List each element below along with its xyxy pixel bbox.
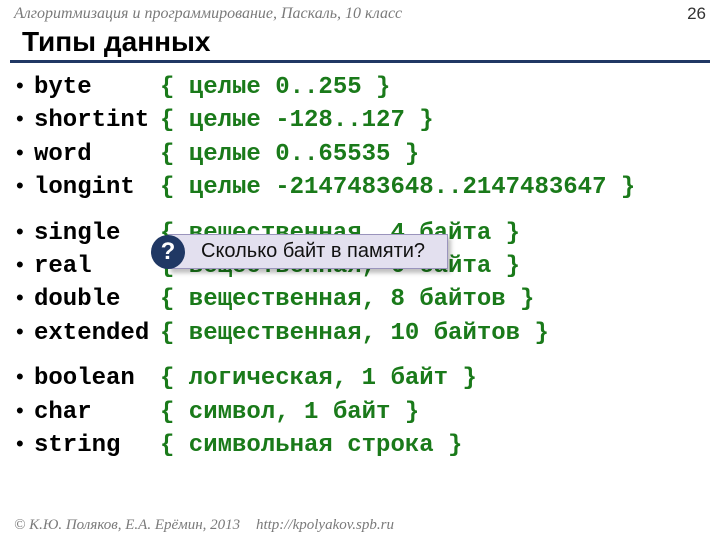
- type-group-integer: • byte { целые 0..255 } • shortint { цел…: [16, 71, 714, 205]
- popup-text: Сколько байт в памяти?: [201, 240, 425, 262]
- type-group-other: • boolean { логическая, 1 байт } • char …: [16, 362, 714, 462]
- list-item: • shortint { целые -128..127 }: [16, 104, 714, 137]
- bullet-icon: •: [16, 217, 34, 247]
- type-comment: { логическая, 1 байт }: [160, 363, 477, 395]
- page-title: Типы данных: [0, 26, 720, 60]
- question-mark-icon: ?: [151, 235, 185, 269]
- type-comment: { символ, 1 байт }: [160, 397, 419, 429]
- type-name: word: [34, 139, 160, 171]
- subject-text: Алгоритмизация и программирование, Паска…: [14, 5, 402, 23]
- type-comment: { вещественная, 8 байтов }: [160, 284, 534, 316]
- copyright-text: © К.Ю. Поляков, Е.А. Ерёмин, 2013: [14, 517, 240, 533]
- type-name: real: [34, 251, 160, 283]
- type-name: shortint: [34, 105, 160, 137]
- title-underline: [10, 60, 710, 63]
- type-comment: { целые -2147483648..2147483647 }: [160, 172, 635, 204]
- bullet-icon: •: [16, 362, 34, 392]
- list-item: • byte { целые 0..255 }: [16, 71, 714, 104]
- bullet-icon: •: [16, 396, 34, 426]
- type-comment: { целые 0..65535 }: [160, 139, 419, 171]
- question-popup: ? Сколько байт в памяти?: [168, 234, 448, 269]
- list-item: • longint { целые -2147483648..214748364…: [16, 171, 714, 204]
- list-item: • boolean { логическая, 1 байт }: [16, 362, 714, 395]
- list-item: • string { символьная строка }: [16, 429, 714, 462]
- type-comment: { символьная строка }: [160, 430, 462, 462]
- type-name: string: [34, 430, 160, 462]
- bullet-icon: •: [16, 138, 34, 168]
- bullet-icon: •: [16, 317, 34, 347]
- type-comment: { целые -128..127 }: [160, 105, 434, 137]
- bullet-icon: •: [16, 283, 34, 313]
- list-item: • word { целые 0..65535 }: [16, 138, 714, 171]
- bullet-icon: •: [16, 250, 34, 280]
- page-number: 26: [687, 4, 706, 24]
- bullet-icon: •: [16, 71, 34, 101]
- bullet-icon: •: [16, 429, 34, 459]
- type-name: boolean: [34, 363, 160, 395]
- type-name: double: [34, 284, 160, 316]
- type-name: byte: [34, 72, 160, 104]
- list-item: • double { вещественная, 8 байтов }: [16, 283, 714, 316]
- type-comment: { вещественная, 10 байтов }: [160, 318, 549, 350]
- type-name: extended: [34, 318, 160, 350]
- bullet-icon: •: [16, 171, 34, 201]
- type-comment: { целые 0..255 }: [160, 72, 390, 104]
- bullet-icon: •: [16, 104, 34, 134]
- type-name: longint: [34, 172, 160, 204]
- header-bar: Алгоритмизация и программирование, Паска…: [0, 0, 720, 26]
- type-name: single: [34, 218, 160, 250]
- footer-url: http://kpolyakov.spb.ru: [256, 517, 394, 533]
- list-item: • char { символ, 1 байт }: [16, 396, 714, 429]
- type-name: char: [34, 397, 160, 429]
- footer: © К.Ю. Поляков, Е.А. Ерёмин, 2013 http:/…: [14, 517, 394, 534]
- list-item: • extended { вещественная, 10 байтов }: [16, 317, 714, 350]
